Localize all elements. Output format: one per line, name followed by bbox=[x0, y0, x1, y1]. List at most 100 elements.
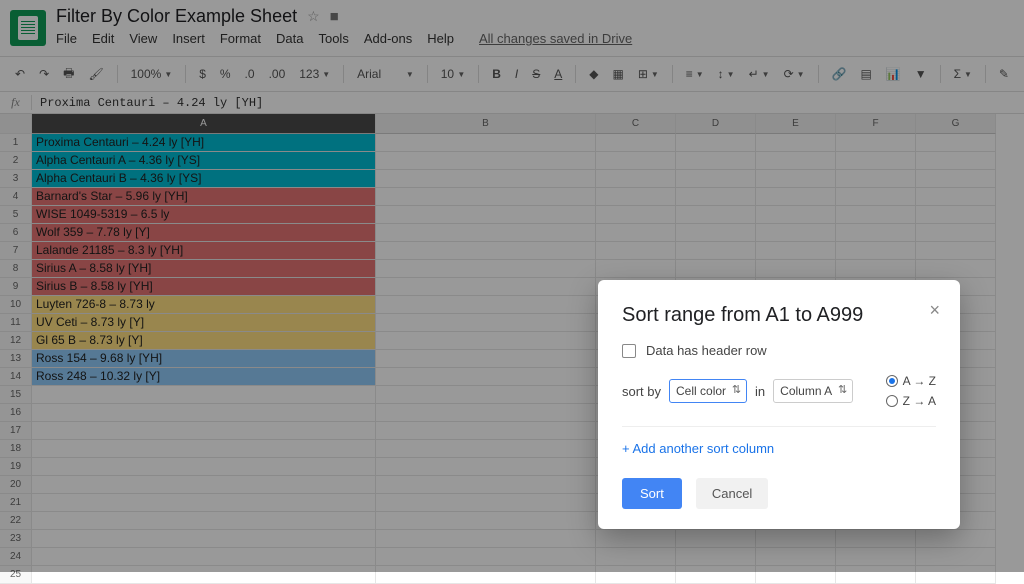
cell[interactable] bbox=[916, 188, 996, 206]
cell[interactable]: Luyten 726-8 – 8.73 ly bbox=[32, 296, 376, 314]
document-title[interactable]: Filter By Color Example Sheet bbox=[56, 6, 297, 27]
cell[interactable] bbox=[916, 242, 996, 260]
cell[interactable] bbox=[376, 548, 596, 566]
cell[interactable] bbox=[676, 188, 756, 206]
menu-edit[interactable]: Edit bbox=[92, 31, 114, 46]
cell[interactable] bbox=[916, 566, 996, 584]
cell[interactable] bbox=[376, 368, 596, 386]
col-header-B[interactable]: B bbox=[376, 114, 596, 134]
cell[interactable] bbox=[836, 566, 916, 584]
cell[interactable] bbox=[376, 134, 596, 152]
sort-button[interactable]: Sort bbox=[622, 478, 682, 509]
add-sort-column-link[interactable]: + Add another sort column bbox=[622, 441, 936, 456]
cell[interactable] bbox=[376, 242, 596, 260]
menu-view[interactable]: View bbox=[129, 31, 157, 46]
cell[interactable] bbox=[376, 188, 596, 206]
row-header[interactable]: 4 bbox=[0, 188, 32, 206]
cell[interactable] bbox=[376, 494, 596, 512]
cell[interactable] bbox=[376, 296, 596, 314]
cell[interactable]: Ross 248 – 10.32 ly [Y] bbox=[32, 368, 376, 386]
edit-icon[interactable]: ✎ bbox=[994, 64, 1014, 84]
cell[interactable] bbox=[596, 134, 676, 152]
row-header[interactable]: 18 bbox=[0, 440, 32, 458]
cell[interactable] bbox=[756, 206, 836, 224]
cell[interactable] bbox=[376, 350, 596, 368]
formula-input[interactable]: Proxima Centauri – 4.24 ly [YH] bbox=[32, 96, 263, 110]
cell[interactable] bbox=[32, 476, 376, 494]
cell[interactable] bbox=[376, 512, 596, 530]
save-status[interactable]: All changes saved in Drive bbox=[479, 31, 632, 46]
row-header[interactable]: 19 bbox=[0, 458, 32, 476]
cell[interactable] bbox=[32, 458, 376, 476]
redo-icon[interactable]: ↷ bbox=[34, 64, 54, 84]
row-header[interactable]: 5 bbox=[0, 206, 32, 224]
cell[interactable] bbox=[596, 152, 676, 170]
decrease-decimal[interactable]: .0 bbox=[240, 64, 260, 84]
cell[interactable] bbox=[32, 404, 376, 422]
menu-data[interactable]: Data bbox=[276, 31, 303, 46]
row-header[interactable]: 14 bbox=[0, 368, 32, 386]
row-header[interactable]: 13 bbox=[0, 350, 32, 368]
radio-za[interactable]: Z → A bbox=[886, 394, 936, 408]
cell[interactable] bbox=[836, 260, 916, 278]
cell[interactable] bbox=[676, 242, 756, 260]
cell[interactable] bbox=[376, 404, 596, 422]
cell[interactable] bbox=[376, 476, 596, 494]
cell[interactable] bbox=[376, 206, 596, 224]
font-size[interactable]: 10▼ bbox=[436, 64, 471, 84]
cell[interactable] bbox=[916, 134, 996, 152]
cell[interactable]: Sirius B – 8.58 ly [YH] bbox=[32, 278, 376, 296]
rotate-icon[interactable]: ⟳▼ bbox=[779, 64, 810, 84]
folder-icon[interactable]: ■ bbox=[330, 8, 339, 25]
cell[interactable] bbox=[756, 170, 836, 188]
cell[interactable] bbox=[596, 530, 676, 548]
menu-format[interactable]: Format bbox=[220, 31, 261, 46]
cell[interactable] bbox=[756, 566, 836, 584]
filter-icon[interactable]: ▼ bbox=[910, 64, 932, 84]
wrap-icon[interactable]: ↵▼ bbox=[744, 64, 775, 84]
borders-icon[interactable]: ▦ bbox=[607, 64, 628, 84]
cell[interactable] bbox=[836, 152, 916, 170]
cell[interactable]: Alpha Centauri B – 4.36 ly [YS] bbox=[32, 170, 376, 188]
row-header[interactable]: 24 bbox=[0, 548, 32, 566]
undo-icon[interactable]: ↶ bbox=[10, 64, 30, 84]
cell[interactable] bbox=[376, 386, 596, 404]
cell[interactable]: Sirius A – 8.58 ly [YH] bbox=[32, 260, 376, 278]
select-all-corner[interactable] bbox=[0, 114, 32, 134]
h-align-icon[interactable]: ≡▼ bbox=[681, 64, 709, 84]
cell[interactable] bbox=[376, 152, 596, 170]
menu-insert[interactable]: Insert bbox=[172, 31, 205, 46]
cell[interactable] bbox=[376, 458, 596, 476]
row-header[interactable]: 3 bbox=[0, 170, 32, 188]
star-icon[interactable]: ☆ bbox=[307, 8, 320, 25]
cell[interactable] bbox=[32, 440, 376, 458]
col-header-G[interactable]: G bbox=[916, 114, 996, 134]
row-header[interactable]: 22 bbox=[0, 512, 32, 530]
cell[interactable] bbox=[676, 206, 756, 224]
percent-format[interactable]: % bbox=[215, 64, 236, 84]
cell[interactable] bbox=[376, 440, 596, 458]
cell[interactable] bbox=[676, 170, 756, 188]
row-header[interactable]: 25 bbox=[0, 566, 32, 584]
cell[interactable] bbox=[836, 134, 916, 152]
cell[interactable] bbox=[596, 224, 676, 242]
cell[interactable] bbox=[676, 548, 756, 566]
cell[interactable] bbox=[596, 188, 676, 206]
cell[interactable]: Lalande 21185 – 8.3 ly [YH] bbox=[32, 242, 376, 260]
cell[interactable] bbox=[32, 566, 376, 584]
text-color-icon[interactable]: A bbox=[549, 64, 567, 84]
col-header-C[interactable]: C bbox=[596, 114, 676, 134]
row-header[interactable]: 11 bbox=[0, 314, 32, 332]
cell[interactable] bbox=[756, 260, 836, 278]
cell[interactable]: Wolf 359 – 7.78 ly [Y] bbox=[32, 224, 376, 242]
row-header[interactable]: 20 bbox=[0, 476, 32, 494]
cell[interactable] bbox=[756, 548, 836, 566]
bold-icon[interactable]: B bbox=[487, 64, 506, 84]
cell[interactable] bbox=[596, 242, 676, 260]
cell[interactable] bbox=[376, 260, 596, 278]
cell[interactable] bbox=[676, 152, 756, 170]
cell[interactable] bbox=[756, 530, 836, 548]
col-header-D[interactable]: D bbox=[676, 114, 756, 134]
cell[interactable] bbox=[676, 566, 756, 584]
cell[interactable] bbox=[676, 530, 756, 548]
